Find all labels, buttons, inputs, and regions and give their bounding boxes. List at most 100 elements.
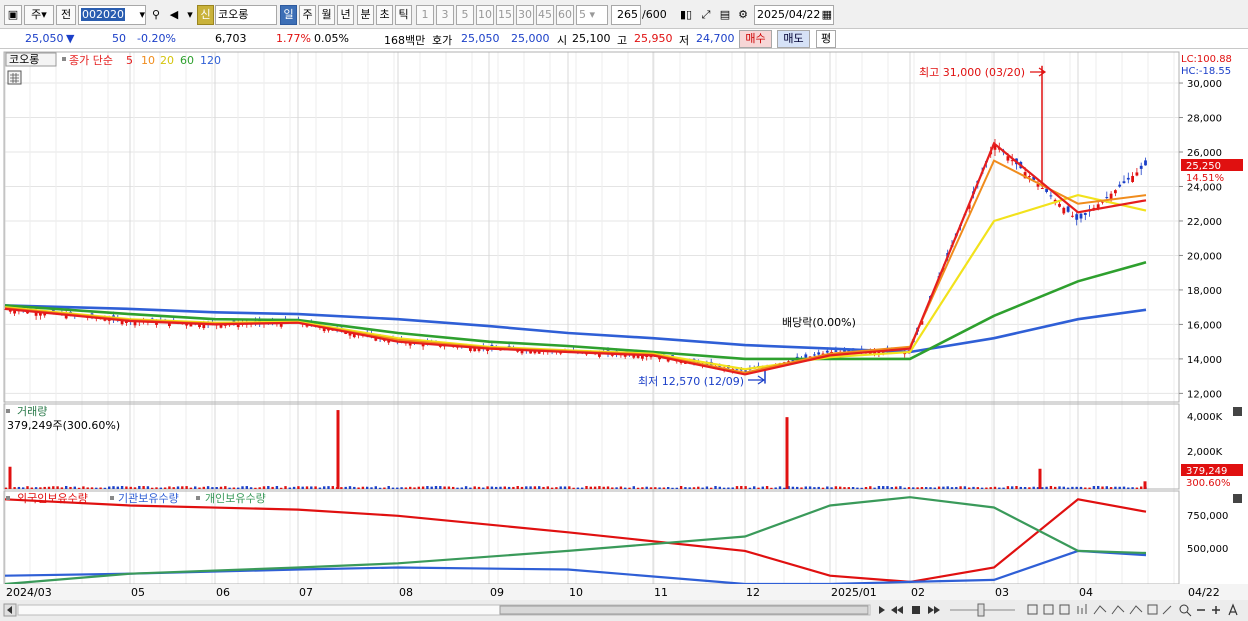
volume-tick-2000k: 2,000K <box>1187 447 1223 458</box>
buy-button[interactable]: 매수 <box>739 30 772 48</box>
custom-interval-select[interactable]: 5 ▾ <box>576 5 608 25</box>
volume-bar <box>417 486 420 489</box>
volume-bar <box>348 486 352 489</box>
volume-bar <box>69 486 72 489</box>
volume-bar <box>288 487 291 489</box>
interval-45-button[interactable]: 45 <box>536 5 554 25</box>
volume-bar <box>176 486 180 489</box>
search-icon[interactable]: ⚲ <box>148 5 164 25</box>
volume-bar <box>1088 487 1091 489</box>
candle-body <box>834 350 838 352</box>
period-second-button[interactable]: 초 <box>376 5 393 25</box>
volume-bar <box>95 487 98 489</box>
line-tool-icon[interactable]: ⤢ <box>697 5 715 25</box>
interval-60-button[interactable]: 60 <box>556 5 574 25</box>
period-minute-button[interactable]: 분 <box>357 5 374 25</box>
speaker-icon[interactable]: ◀ <box>166 5 182 25</box>
volume-bar <box>873 487 876 489</box>
credit-badge: 신 <box>197 5 214 25</box>
period-month-button[interactable]: 월 <box>318 5 335 25</box>
period-select[interactable]: 주▾ <box>24 5 54 25</box>
volume-bar <box>834 486 838 489</box>
period-year-button[interactable]: 년 <box>337 5 354 25</box>
volume-bar <box>744 486 747 489</box>
gear-icon[interactable]: ⚙ <box>734 5 752 25</box>
legend-foreign: 외국인보유수량 <box>17 492 88 505</box>
volume-bar <box>684 487 687 489</box>
volume-bar <box>520 486 524 489</box>
volume-bar <box>301 486 304 489</box>
volume-tick-4000k: 4,000K <box>1187 412 1223 423</box>
volume-bar <box>138 485 141 489</box>
volume-bar <box>1062 486 1065 489</box>
volume-bar <box>185 486 188 489</box>
interval-15-button[interactable]: 15 <box>496 5 514 25</box>
interval-1-button[interactable]: 1 <box>416 5 434 25</box>
interval-3-button[interactable]: 3 <box>436 5 454 25</box>
volume-bar <box>641 487 644 489</box>
candle-body <box>1083 212 1087 215</box>
stock-code-input[interactable]: 002020 ▾ <box>78 5 146 25</box>
volume-bar <box>310 486 313 489</box>
stock-name-field[interactable]: 코오롱 <box>215 5 277 25</box>
count-input[interactable]: 265 <box>611 5 641 25</box>
ma-label: 종가 단순 <box>69 54 113 67</box>
sell-button[interactable]: 매도 <box>777 30 810 48</box>
zoom-slider-thumb[interactable] <box>977 603 985 617</box>
candle-type-icon[interactable]: ▮▯ <box>677 5 695 25</box>
holding-legend-bullet-icon-2 <box>110 496 114 500</box>
code-dropdown-icon[interactable]: ▾ <box>139 6 145 24</box>
interval-10-button[interactable]: 10 <box>476 5 494 25</box>
volume-bar <box>507 486 511 489</box>
volume-bar <box>882 486 885 489</box>
volume-bar <box>976 487 979 489</box>
window-menu-icon[interactable]: ▣ <box>4 5 22 25</box>
volume-bar <box>533 486 537 489</box>
volume-panel-close-icon[interactable] <box>1233 407 1242 416</box>
stop-icon[interactable] <box>912 606 920 614</box>
volume-bar <box>421 486 425 489</box>
interval-30-button[interactable]: 30 <box>516 5 534 25</box>
avg-button[interactable]: 평 <box>816 30 836 48</box>
volume-bar <box>624 487 627 489</box>
volume-bar <box>998 487 1001 489</box>
holding-panel-close-icon[interactable] <box>1233 494 1242 503</box>
lc-label: LC:100.88 <box>1181 54 1232 65</box>
holding-legend-bullet-icon-3 <box>196 496 200 500</box>
scrollbar-thumb[interactable] <box>499 605 869 615</box>
prev-button[interactable]: 전 <box>56 5 76 25</box>
volume-bar <box>598 486 601 489</box>
volume-bar <box>116 486 119 489</box>
price-change: 50 <box>112 32 126 45</box>
volume-bar <box>400 487 403 489</box>
volume-bar <box>770 487 773 489</box>
period-week-button[interactable]: 주 <box>299 5 316 25</box>
volume-bar <box>929 487 932 489</box>
volume-bar <box>1058 486 1061 489</box>
period-day-button[interactable]: 일 <box>280 5 297 25</box>
volume-bar <box>619 486 623 489</box>
volume-bar <box>271 486 274 489</box>
volume-bar <box>1131 487 1134 489</box>
stock-chart[interactable]: 코오롱 종가 단순 5 10 20 60 120 최고 31,000 (03/2… <box>0 49 1248 621</box>
save-icon[interactable]: ▤ <box>716 5 734 25</box>
table-view-icon[interactable] <box>7 70 22 85</box>
legend-ma120: 120 <box>200 54 221 67</box>
period-tick-button[interactable]: 틱 <box>395 5 412 25</box>
date-input[interactable]: 2025/04/22 ▦ <box>754 5 834 25</box>
volume-bar <box>464 486 468 489</box>
options-dropdown-icon[interactable]: ▾ <box>184 5 196 25</box>
interval-5-button[interactable]: 5 <box>456 5 474 25</box>
calendar-icon[interactable]: ▦ <box>822 6 833 24</box>
volume-spike <box>1143 481 1147 489</box>
volume-bar <box>47 486 51 489</box>
volume-bar <box>172 487 175 489</box>
x-tick-label: 2024/03 <box>6 586 52 599</box>
volume-bar <box>99 487 102 489</box>
current-pct-label: 14.51% <box>1186 173 1224 184</box>
down-arrow-icon: ▼ <box>66 32 75 45</box>
price-tick-label: 24,000 <box>1187 182 1222 193</box>
volume-bar <box>1105 486 1108 489</box>
volume-bar <box>856 487 859 489</box>
ask-price: 25,050 <box>461 32 500 45</box>
